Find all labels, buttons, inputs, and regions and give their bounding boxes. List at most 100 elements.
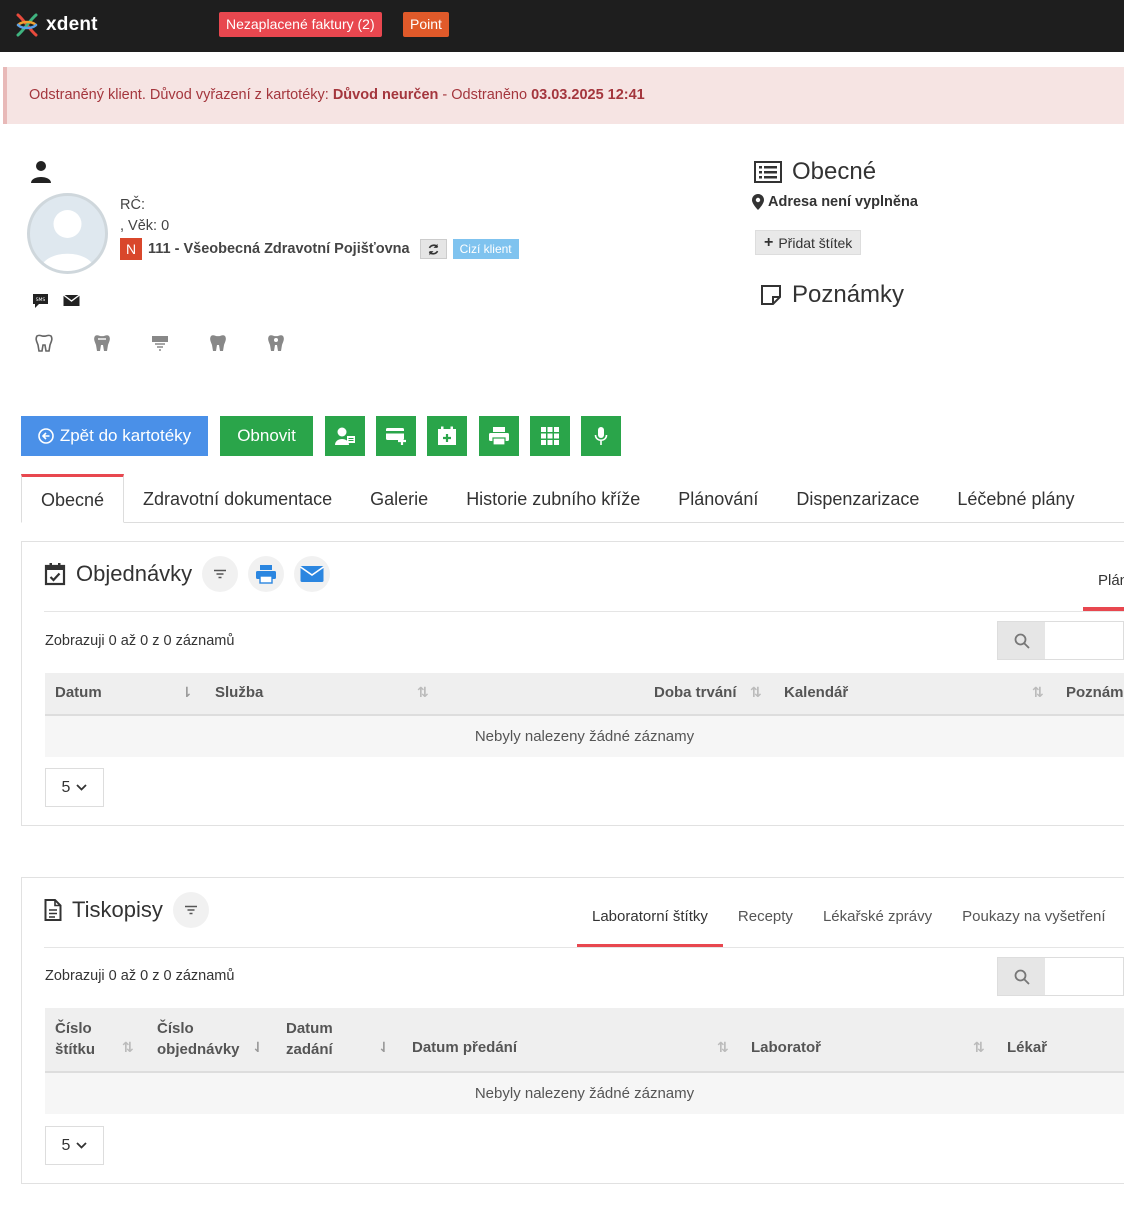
- orders-right-tab-label: Plán: [1098, 572, 1124, 589]
- filter-icon: [184, 905, 197, 915]
- print-icon: [489, 427, 509, 446]
- svg-text:SMS: SMS: [36, 297, 46, 303]
- forms-heading: Tiskopisy: [44, 892, 209, 928]
- column-date[interactable]: Datum: [55, 684, 102, 701]
- xdent-logo-icon: [16, 13, 38, 37]
- column-entry-date-line1: Datum: [286, 1020, 333, 1037]
- add-tag-label: Přidat štítek: [778, 234, 853, 251]
- foreign-client-badge: Cizí klient: [452, 239, 519, 259]
- orders-search-input[interactable]: [1045, 622, 1123, 659]
- client-card-button[interactable]: [325, 416, 365, 456]
- sort-icon[interactable]: ⇅: [750, 684, 762, 701]
- print-icon: [256, 565, 277, 584]
- orders-filter-button[interactable]: [202, 556, 239, 592]
- sort-desc-icon[interactable]: ⇂: [181, 684, 193, 701]
- page-size-value: 5: [61, 1136, 71, 1154]
- forms-search-input[interactable]: [1045, 958, 1123, 995]
- microphone-icon: [594, 427, 608, 445]
- tooth-icon[interactable]: [208, 334, 228, 352]
- insurance-name: 111 - Všeobecná Zdravotní Pojišťovna: [148, 241, 410, 257]
- age-line: , Věk: 0: [120, 218, 170, 234]
- forms-subtabs: Laboratorní štítky Recepty Lékařské zprá…: [577, 878, 1121, 948]
- tab-planning[interactable]: Plánování: [659, 474, 777, 523]
- plus-icon: +: [764, 233, 774, 251]
- forms-page-size-select[interactable]: 5: [45, 1126, 104, 1165]
- tooth-icon[interactable]: [34, 334, 54, 352]
- tab-health-documentation[interactable]: Zdravotní dokumentace: [124, 474, 351, 523]
- tooth-icon[interactable]: [92, 334, 112, 352]
- column-doctor[interactable]: Lékař: [1007, 1039, 1047, 1056]
- sort-desc-icon[interactable]: ⇃: [378, 1039, 390, 1056]
- add-tag-button[interactable]: + Přidat štítek: [755, 230, 862, 255]
- tab-general[interactable]: Obecné: [21, 474, 125, 523]
- sort-desc-icon[interactable]: ⇃: [252, 1039, 264, 1056]
- logo[interactable]: xdent: [14, 12, 98, 38]
- print-button[interactable]: [479, 416, 519, 456]
- forms-title: Tiskopisy: [72, 897, 163, 922]
- orders-empty-row: Nebyly nalezeny žádné záznamy: [45, 716, 1124, 757]
- column-entry-date[interactable]: Datum zadání: [286, 1018, 333, 1060]
- back-to-records-button[interactable]: Zpět do kartotéky: [21, 416, 208, 456]
- orders-page-size-select[interactable]: 5: [45, 768, 104, 807]
- tooth-icon[interactable]: [150, 334, 170, 352]
- add-payment-card-button[interactable]: [376, 416, 416, 456]
- orders-email-button[interactable]: [294, 556, 331, 592]
- column-label-number-line1: Číslo: [55, 1020, 92, 1037]
- back-button-label: Zpět do kartotéky: [59, 426, 192, 445]
- envelope-icon[interactable]: [63, 293, 80, 307]
- column-service[interactable]: Služba: [215, 684, 263, 701]
- forms-table-header: Číslo štítku ⇅ Číslo objednávky ⇃ Datum …: [45, 1008, 1124, 1073]
- column-order-number[interactable]: Číslo objednávky: [157, 1018, 240, 1060]
- avatar[interactable]: [27, 193, 108, 274]
- insurance-badge: N: [120, 238, 142, 260]
- column-order-number-line1: Číslo: [157, 1020, 194, 1037]
- envelope-icon: [300, 566, 325, 582]
- top-bar: xdent Nezaplacené faktury (2) Point: [0, 0, 1124, 52]
- arrow-left-circle-icon: [38, 428, 54, 444]
- insurance-refresh-button[interactable]: [419, 239, 447, 259]
- column-laboratory[interactable]: Laboratoř: [751, 1039, 821, 1056]
- orders-right-tab[interactable]: Plán: [1083, 542, 1124, 611]
- orders-panel: Objednávky Plán Zobrazuji 0 až 0 z 0 záz…: [21, 541, 1124, 826]
- dictation-button[interactable]: [581, 416, 621, 456]
- sort-icon[interactable]: ⇅: [122, 1039, 134, 1056]
- tab-dental-chart-history[interactable]: Historie zubního kříže: [447, 474, 659, 523]
- refresh-icon: [428, 243, 438, 255]
- general-title: Obecné: [792, 158, 877, 185]
- unpaid-invoices-badge[interactable]: Nezaplacené faktury (2): [219, 12, 382, 37]
- notes-heading: Poznámky: [760, 281, 904, 309]
- person-icon: [31, 161, 51, 183]
- orders-search-button[interactable]: [998, 622, 1045, 659]
- tooth-icon[interactable]: [266, 334, 286, 352]
- orders-showing-text: Zobrazuji 0 až 0 z 0 záznamů: [45, 633, 235, 649]
- subtab-lab-labels[interactable]: Laboratorní štítky: [577, 878, 723, 948]
- sort-icon[interactable]: ⇅: [717, 1039, 729, 1056]
- subtab-prescriptions[interactable]: Recepty: [723, 878, 808, 948]
- odontogram-grid-button[interactable]: [530, 416, 570, 456]
- forms-heading-rule: [44, 947, 1124, 948]
- refresh-button[interactable]: Obnovit: [220, 416, 313, 456]
- page-size-value: 5: [61, 778, 71, 796]
- sort-icon[interactable]: ⇅: [973, 1039, 985, 1056]
- orders-heading-rule: [44, 611, 1124, 612]
- forms-empty-row: Nebyly nalezeny žádné záznamy: [45, 1073, 1124, 1114]
- tab-dispensarization[interactable]: Dispenzarizace: [777, 474, 938, 523]
- add-appointment-button[interactable]: [427, 416, 467, 456]
- forms-search-button[interactable]: [998, 958, 1045, 995]
- column-note[interactable]: Poznám: [1066, 684, 1124, 701]
- point-badge[interactable]: Point: [403, 12, 449, 37]
- sort-icon[interactable]: ⇅: [417, 684, 429, 701]
- subtab-medical-reports[interactable]: Lékařské zprávy: [808, 878, 947, 948]
- column-label-number[interactable]: Číslo štítku: [55, 1018, 95, 1060]
- sort-icon[interactable]: ⇅: [1032, 684, 1044, 701]
- subtab-examination-vouchers[interactable]: Poukazy na vyšetření: [947, 878, 1120, 948]
- forms-filter-button[interactable]: [172, 892, 209, 928]
- calendar-check-icon: [44, 563, 66, 586]
- sms-icon[interactable]: SMS: [32, 293, 49, 309]
- orders-print-button[interactable]: [248, 556, 285, 592]
- tab-gallery[interactable]: Galerie: [351, 474, 447, 523]
- tab-treatment-plans[interactable]: Léčebné plány: [938, 474, 1093, 523]
- column-handover-date[interactable]: Datum předání: [412, 1039, 517, 1056]
- column-duration[interactable]: Doba trvání: [654, 684, 737, 701]
- column-calendar[interactable]: Kalendář: [784, 684, 848, 701]
